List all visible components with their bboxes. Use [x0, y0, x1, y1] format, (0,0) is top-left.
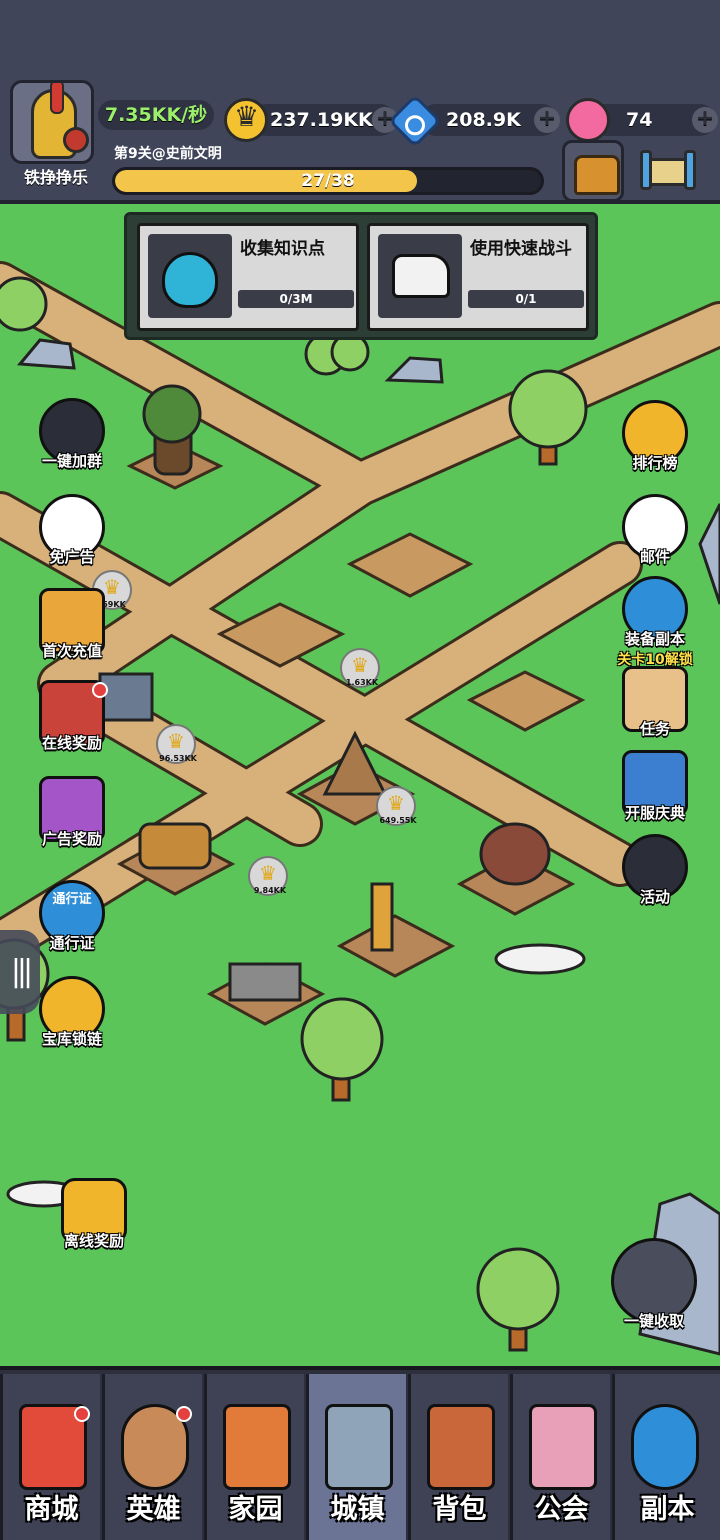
- candy-icon: [566, 98, 610, 142]
- pass-icon-text: 通行证: [52, 892, 92, 907]
- offline-reward-button[interactable]: 离线奖励: [52, 1178, 136, 1251]
- map-income-marker[interactable]: 96.53KK: [156, 724, 197, 764]
- treasure-chest-button[interactable]: [562, 140, 624, 202]
- town-map[interactable]: 收集知识点 0/3M 使用快速战斗 0/1 59KK 1.63KK 96.53K…: [0, 204, 720, 1366]
- quest-panel: 收集知识点 0/3M 使用快速战斗 0/1: [124, 212, 598, 340]
- button-label: 免广告: [49, 548, 95, 566]
- button-label: 活动: [639, 888, 670, 906]
- mail-button[interactable]: 邮件: [610, 494, 700, 567]
- quest-progress: 0/1: [468, 290, 584, 308]
- online-reward-button[interactable]: 在线奖励: [30, 680, 114, 753]
- gem-value: 208.9K: [446, 109, 521, 131]
- quest-card-quick-battle[interactable]: 使用快速战斗 0/1: [367, 223, 589, 331]
- tab-label: 城镇: [330, 1494, 385, 1525]
- remove-ads-button[interactable]: 免广告: [30, 494, 114, 567]
- first-recharge-button[interactable]: 首次充值: [30, 588, 114, 661]
- quest-title: 使用快速战斗: [470, 239, 572, 259]
- tab-heroes[interactable]: 英雄: [102, 1374, 202, 1540]
- tab-label: 公会: [534, 1494, 589, 1525]
- crown-icon: [224, 98, 268, 142]
- tab-label: 英雄: [126, 1494, 181, 1525]
- leaderboard-button[interactable]: 排行榜: [610, 400, 700, 473]
- marker-value: 1.63KK: [345, 678, 379, 687]
- tab-shop[interactable]: 商城: [0, 1374, 100, 1540]
- quest-card-collect-knowledge[interactable]: 收集知识点 0/3M: [137, 223, 359, 331]
- candy-value: 74: [626, 109, 653, 131]
- marker-value: 649.55K: [379, 816, 417, 825]
- gem-add-button[interactable]: +: [534, 107, 560, 133]
- equipment-dungeon-button[interactable]: 装备副本 关卡10解锁: [598, 576, 712, 669]
- notification-dot: [92, 682, 108, 698]
- crown-resource: 237.19KK +: [250, 104, 398, 136]
- button-label: 在线奖励: [41, 734, 102, 752]
- battle-pass-button[interactable]: 通行证 通行证: [30, 880, 114, 953]
- shield-icon: [63, 127, 89, 153]
- quest-image: [378, 234, 462, 318]
- map-income-marker[interactable]: 1.63KK: [340, 648, 380, 688]
- tab-label: 副本: [640, 1494, 695, 1525]
- bottom-nav: 商城 英雄 家园 城镇 背包 公会 副本: [0, 1366, 720, 1540]
- candy-add-button[interactable]: +: [692, 107, 718, 133]
- scroll-map-button[interactable]: [636, 144, 702, 194]
- button-label: 排行榜: [632, 454, 678, 472]
- tab-label: 背包: [432, 1494, 487, 1525]
- button-label: 任务: [639, 720, 670, 738]
- globe-icon: [631, 1404, 699, 1490]
- crown-value: 237.19KK: [270, 109, 373, 131]
- map-income-marker[interactable]: 649.55K: [376, 786, 417, 826]
- button-label: 离线奖励: [63, 1232, 124, 1250]
- backpack-icon: [427, 1404, 495, 1490]
- quest-image: [148, 234, 232, 318]
- vault-chain-button[interactable]: 宝库锁链: [30, 976, 114, 1049]
- scroll-right-roll: [684, 150, 696, 190]
- quest-progress: 0/3M: [238, 290, 354, 308]
- task-button[interactable]: 任务: [610, 666, 700, 739]
- quest-title: 收集知识点: [240, 239, 325, 259]
- tab-town[interactable]: 城镇: [306, 1374, 406, 1540]
- marker-value: 9.84KK: [253, 886, 287, 895]
- level-label: 第9关@史前文明: [114, 146, 222, 162]
- button-label: 邮件: [639, 548, 670, 566]
- marker-value: 96.53KK: [159, 754, 197, 763]
- level-progress-bar: 27/38: [112, 167, 544, 195]
- income-rate: 7.35KK/秒: [98, 100, 214, 130]
- side-drawer-handle[interactable]: |||: [0, 930, 40, 1014]
- tab-label: 家园: [228, 1494, 283, 1525]
- knowledge-bag-icon: [162, 252, 218, 308]
- ad-reward-button[interactable]: 广告奖励: [30, 776, 114, 849]
- map-income-marker[interactable]: 9.84KK: [248, 856, 288, 896]
- gem-icon: [388, 94, 442, 148]
- horse-icon: [392, 254, 450, 298]
- join-group-button[interactable]: 一键加群: [30, 398, 114, 471]
- button-label: 首次充值: [41, 642, 102, 660]
- city-building-icon: [325, 1404, 393, 1490]
- house-icon: [223, 1404, 291, 1490]
- button-label: 广告奖励: [41, 830, 102, 848]
- player-name: 铁挣挣乐: [23, 168, 88, 187]
- scroll-left-roll: [640, 150, 652, 190]
- tab-dungeon[interactable]: 副本: [612, 1374, 720, 1540]
- server-celebration-button[interactable]: 开服庆典: [606, 750, 704, 823]
- button-label: 一键收取: [623, 1312, 684, 1330]
- event-button[interactable]: 活动: [610, 834, 700, 907]
- tab-guild[interactable]: 公会: [510, 1374, 610, 1540]
- top-hud: 铁挣挣乐 7.35KK/秒 237.19KK + 208.9K + 74 + 第…: [0, 0, 720, 204]
- button-label: 宝库锁链: [41, 1030, 102, 1048]
- collect-all-button[interactable]: 一键收取: [598, 1238, 710, 1331]
- notification-dot: [176, 1406, 192, 1422]
- tab-home[interactable]: 家园: [204, 1374, 304, 1540]
- button-label: 一键加群: [41, 452, 102, 470]
- level-progress-text: 27/38: [301, 171, 355, 191]
- button-label: 装备副本: [624, 630, 685, 648]
- notification-dot: [74, 1406, 90, 1422]
- castle-icon: [529, 1404, 597, 1490]
- gem-resource: 208.9K +: [420, 104, 560, 136]
- button-label: 通行证: [49, 934, 95, 952]
- button-label: 开服庆典: [624, 804, 685, 822]
- tab-label: 商城: [24, 1494, 79, 1525]
- tab-backpack[interactable]: 背包: [408, 1374, 508, 1540]
- player-avatar[interactable]: [10, 80, 94, 164]
